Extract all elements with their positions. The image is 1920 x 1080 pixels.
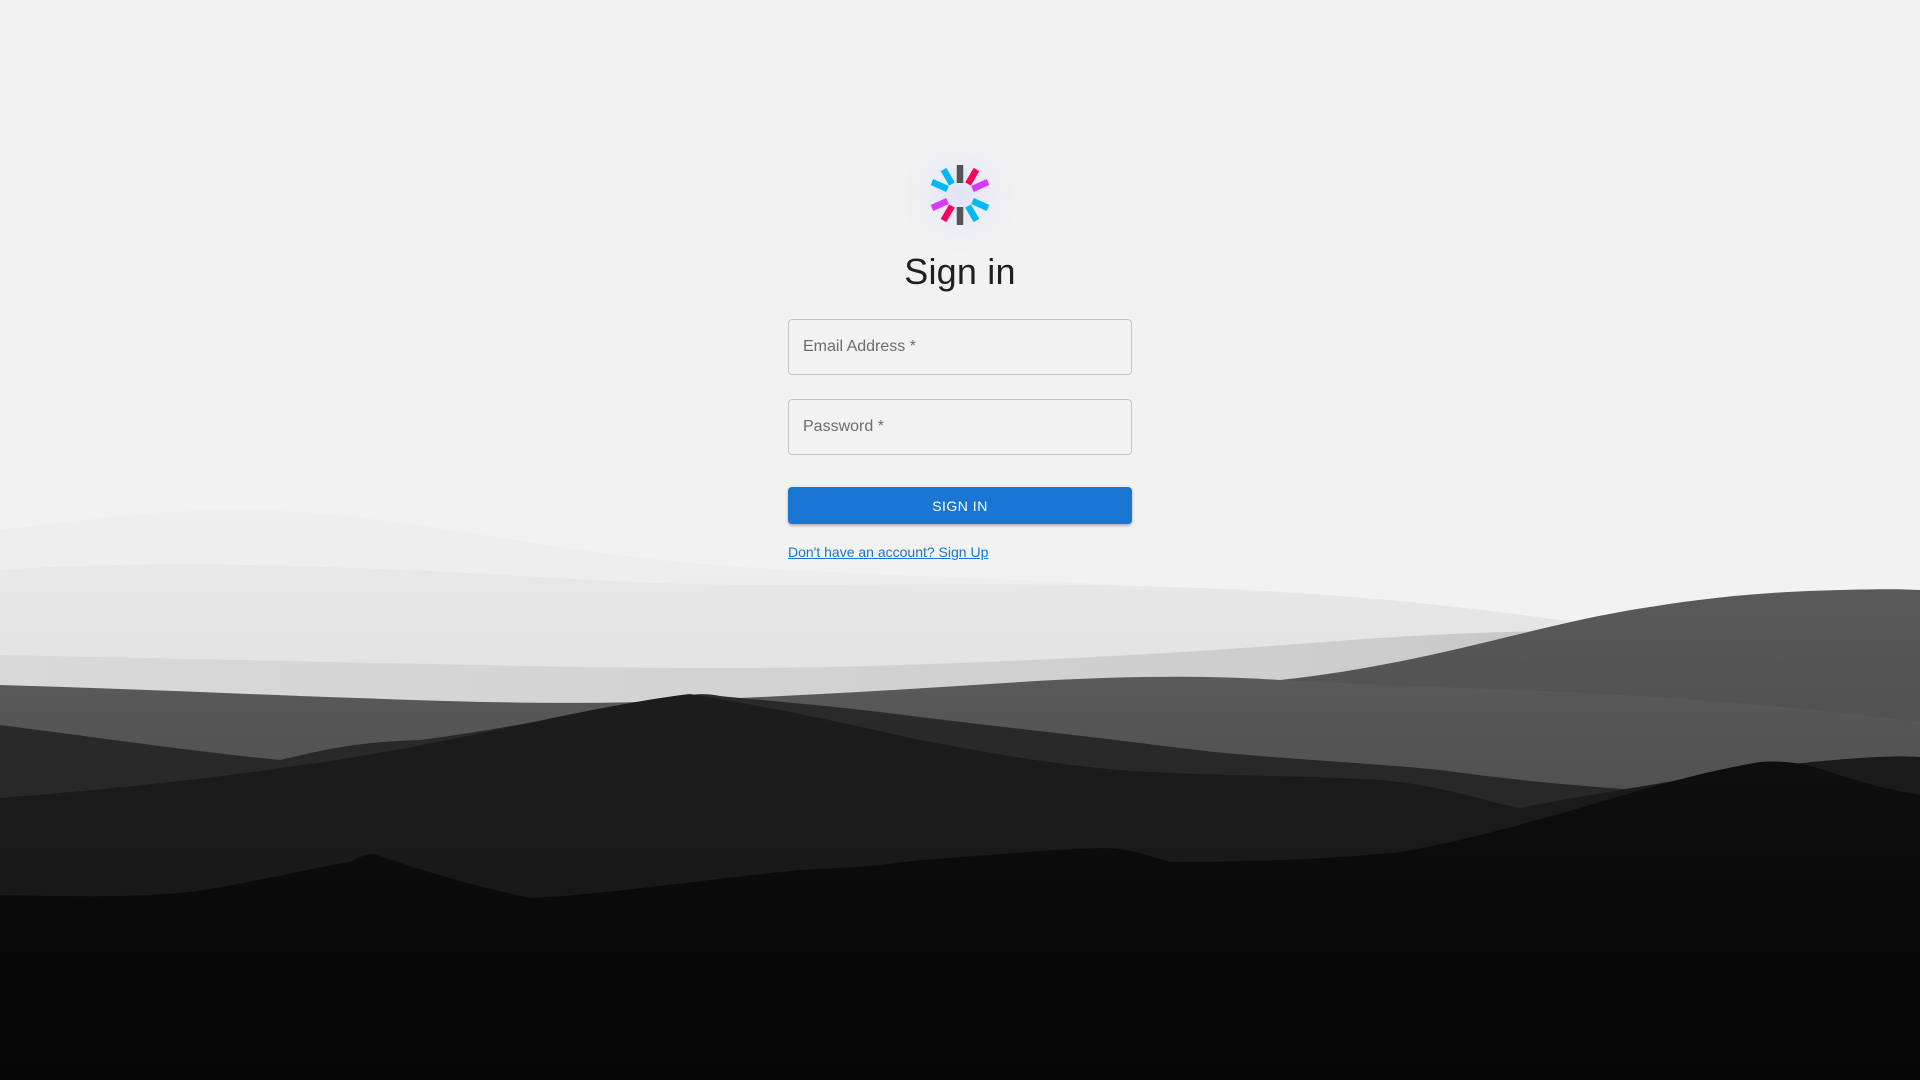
signup-row: Don't have an account? Sign Up [788, 544, 1132, 562]
jwt-logo-icon [930, 165, 990, 225]
sign-in-button[interactable]: SIGN IN [788, 487, 1132, 524]
sign-in-form: Sign in SIGN IN Don't have an account? S… [788, 132, 1132, 562]
email-field[interactable] [788, 319, 1132, 375]
email-input[interactable] [803, 338, 1117, 356]
password-field[interactable] [788, 399, 1132, 455]
password-input[interactable] [803, 418, 1117, 436]
logo [897, 132, 1023, 258]
sign-in-page: Sign in SIGN IN Don't have an account? S… [0, 0, 1920, 1080]
sign-up-link[interactable]: Don't have an account? Sign Up [788, 544, 988, 560]
